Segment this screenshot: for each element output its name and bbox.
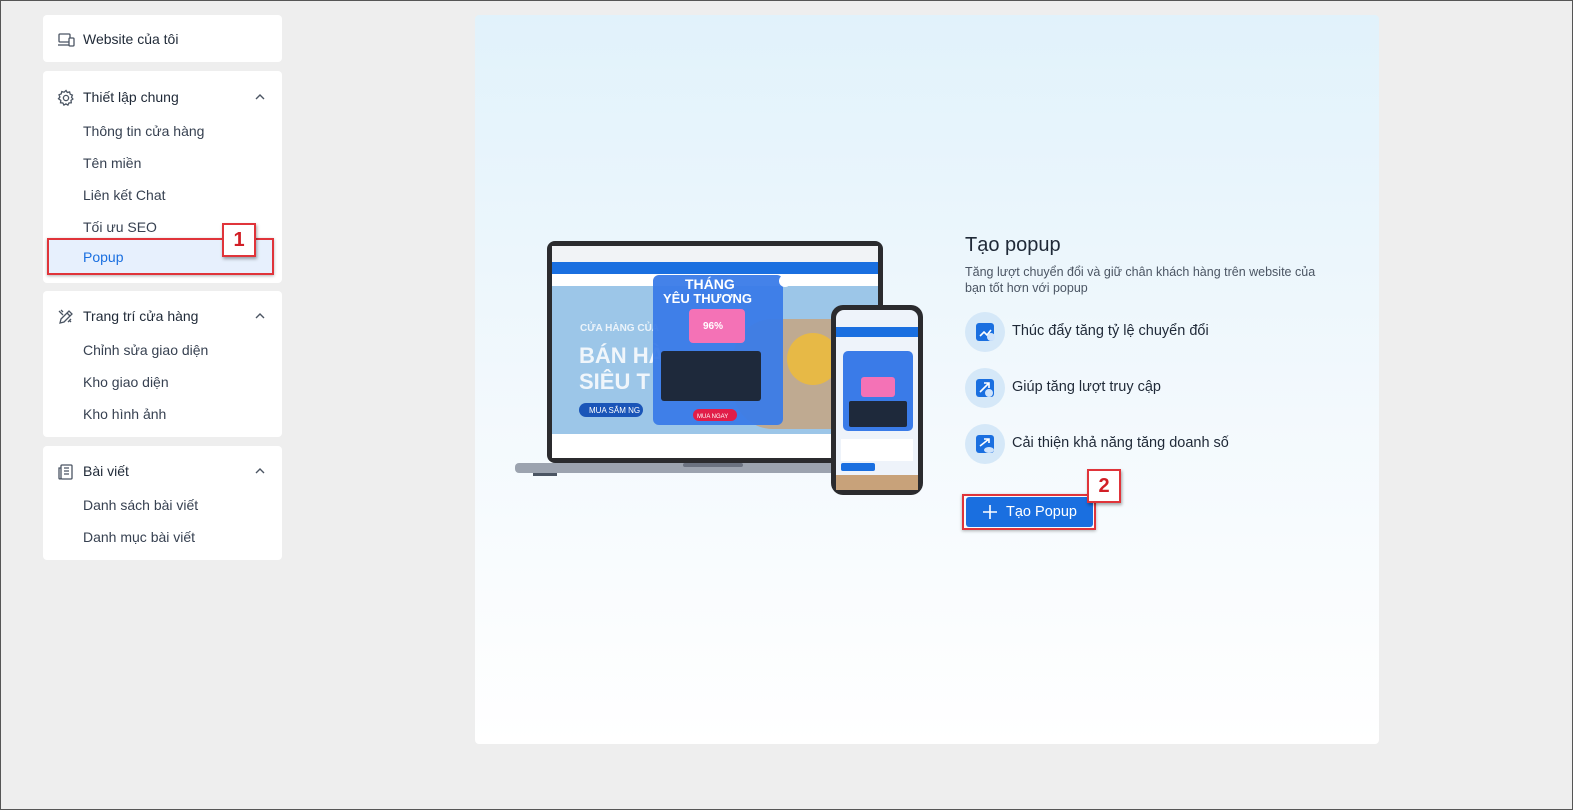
feature-item: Thúc đẩy tăng tỷ lệ chuyển đổi [965, 312, 1345, 352]
annotation-box-2 [962, 494, 1096, 530]
sidebar-item-theme-store[interactable]: Kho giao diện [83, 374, 169, 390]
sidebar-item-chat-link[interactable]: Liên kết Chat [83, 187, 166, 203]
sidebar-item-post-categories[interactable]: Danh mục bài viết [83, 529, 195, 545]
annotation-badge-1: 1 [222, 223, 256, 257]
pencil-ruler-icon [58, 309, 73, 324]
illustration-shop-now: MUA SẮM NG [589, 406, 640, 415]
annotation-badge-2: 2 [1087, 469, 1121, 503]
sidebar-item-store-info[interactable]: Thông tin cửa hàng [83, 123, 204, 139]
general-settings-header[interactable]: Thiết lập chung [43, 81, 282, 113]
chevron-up-icon[interactable] [254, 465, 266, 477]
devices-icon [58, 33, 75, 47]
my-website-link[interactable]: Website của tôi [43, 23, 282, 55]
illustration-headline-1: THÁNG [685, 276, 735, 292]
illustration-banner-1: CỬA HÀNG CỦA [580, 321, 659, 334]
devices-illustration: MUA SẮM NG CỬA HÀNG CỦA BÁN HÀ SIÊU T TH… [515, 241, 923, 495]
blog-title: Bài viết [83, 463, 129, 479]
page-description: Tăng lượt chuyển đổi và giữ chân khách h… [965, 265, 1316, 295]
illustration-banner-2: BÁN HÀ [579, 343, 665, 368]
feature-label: Thúc đẩy tăng tỷ lệ chuyển đổi [1012, 323, 1209, 339]
sidebar-item-edit-theme[interactable]: Chỉnh sửa giao diện [83, 342, 208, 358]
conversion-icon [965, 312, 1005, 352]
gear-icon [57, 89, 74, 107]
feature-label: Cải thiện khả năng tăng doanh số [1012, 435, 1229, 451]
illustration-headline-2: YÊU THƯƠNG [663, 291, 752, 306]
my-website-label: Website của tôi [83, 31, 179, 47]
store-decor-header[interactable]: Trang trí cửa hàng [43, 300, 282, 332]
my-website-card: Website của tôi [43, 15, 282, 62]
revenue-icon [965, 424, 1005, 464]
store-decor-card: Trang trí cửa hàng Chỉnh sửa giao diện K… [43, 291, 282, 437]
feature-item: Cải thiện khả năng tăng doanh số [965, 424, 1345, 464]
traffic-icon [965, 368, 1005, 408]
chevron-up-icon[interactable] [254, 91, 266, 103]
page-title: Tạo popup [965, 234, 1061, 256]
general-settings-title: Thiết lập chung [83, 89, 179, 105]
illustration-promo: 96% [703, 321, 723, 332]
chevron-up-icon[interactable] [254, 310, 266, 322]
store-decor-title: Trang trí cửa hàng [83, 308, 199, 324]
sidebar-item-image-library[interactable]: Kho hình ảnh [83, 406, 166, 422]
feature-item: Giúp tăng lượt truy cập [965, 368, 1345, 408]
sidebar-item-post-list[interactable]: Danh sách bài viết [83, 497, 198, 513]
illustration-banner-3: SIÊU T [579, 369, 650, 394]
blog-card: Bài viết Danh sách bài viết Danh mục bài… [43, 446, 282, 560]
sidebar-item-seo[interactable]: Tối ưu SEO [83, 219, 157, 235]
feature-label: Giúp tăng lượt truy cập [1012, 379, 1161, 395]
newspaper-icon [58, 464, 73, 480]
sidebar-item-domain[interactable]: Tên miền [83, 155, 141, 171]
illustration-buy-now: MUA NGAY [697, 414, 728, 420]
blog-header[interactable]: Bài viết [43, 455, 282, 487]
